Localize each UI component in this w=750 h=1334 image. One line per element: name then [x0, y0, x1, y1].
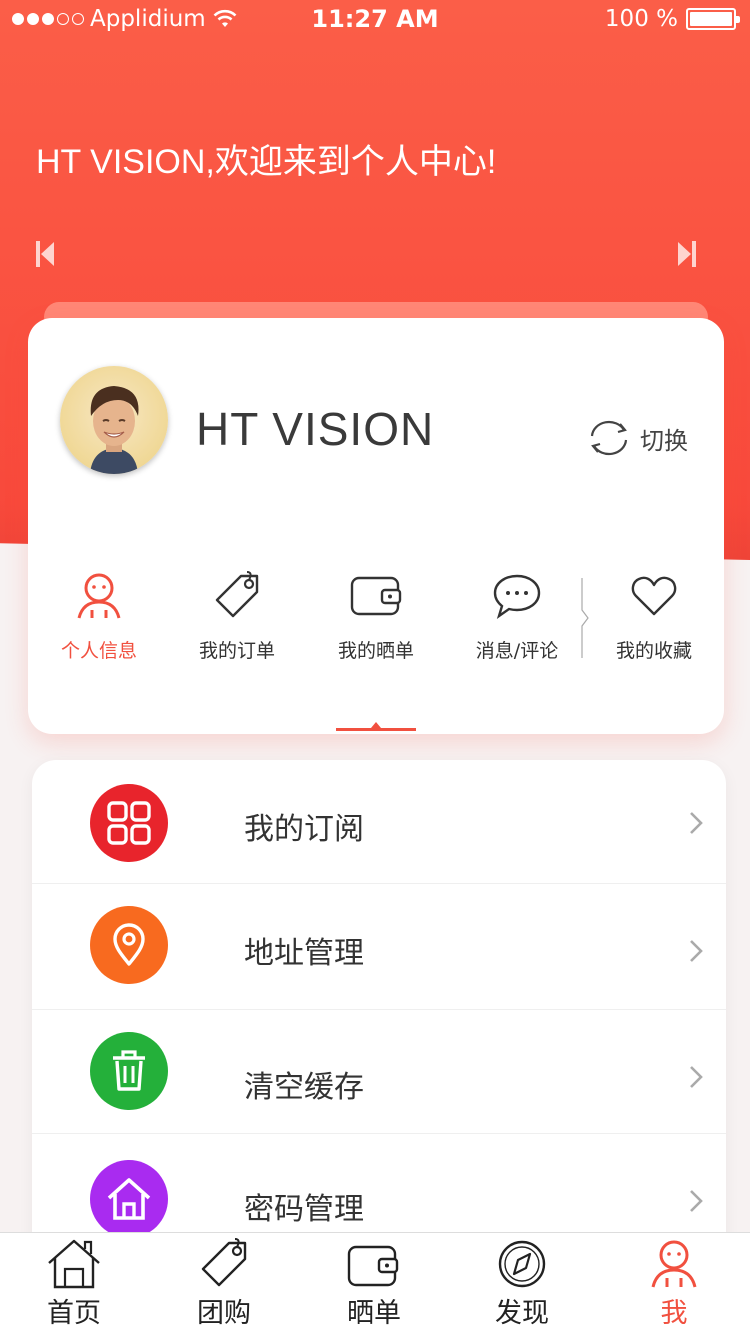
tab-messages[interactable]: 消息/评论	[457, 570, 577, 663]
wallet-icon	[347, 1245, 399, 1287]
person-icon	[651, 1240, 697, 1288]
tabbar-home[interactable]: 首页	[14, 1237, 134, 1330]
chat-bubble-icon	[493, 574, 541, 619]
tab-label: 我的晒单	[337, 640, 414, 662]
active-tab-indicator	[336, 722, 416, 731]
person-icon	[77, 573, 121, 619]
username: HT VISION	[196, 403, 435, 455]
tab-label: 消息/评论	[475, 640, 559, 662]
tabbar-me[interactable]: 我	[614, 1237, 734, 1330]
compass-icon	[498, 1240, 546, 1288]
grid-icon	[90, 784, 168, 862]
house-icon	[90, 1160, 168, 1238]
battery-status: 100 %	[604, 6, 740, 32]
chevron-right-icon	[690, 1066, 703, 1088]
menu-label: 密码管理	[244, 1192, 364, 1227]
menu-label: 地址管理	[244, 936, 364, 971]
tabbar-label: 我	[660, 1298, 688, 1329]
tabbar-posts[interactable]: 晒单	[314, 1237, 434, 1330]
menu-item-address[interactable]: 地址管理	[32, 884, 726, 1010]
refresh-icon	[590, 420, 628, 456]
switch-label: 切换	[640, 426, 688, 455]
battery-percent: 100 %	[604, 6, 678, 32]
profile-tabs: 个人信息 我的订单 我的晒单 消息/评论 我的收藏	[28, 570, 724, 670]
chevron-right-icon	[690, 1190, 703, 1212]
welcome-text: HT VISION,欢迎来到个人中心!	[36, 143, 497, 181]
chevron-right-icon	[690, 940, 703, 962]
tabbar-label: 晒单	[347, 1298, 401, 1329]
status-bar: Applidium 11:27 AM 100 %	[0, 0, 750, 40]
tabbar-group-buy[interactable]: 团购	[164, 1237, 284, 1330]
tab-label: 我的订单	[198, 640, 275, 662]
menu-item-subscriptions[interactable]: 我的订阅	[32, 760, 726, 884]
next-icon[interactable]	[676, 238, 698, 270]
bottom-tab-bar: 首页 团购 晒单 发现 我	[0, 1232, 750, 1334]
wallet-icon	[350, 576, 402, 616]
tab-my-orders[interactable]: 我的订单	[177, 570, 297, 663]
menu-label: 我的订阅	[244, 812, 364, 847]
tab-favorites[interactable]: 我的收藏	[594, 570, 714, 663]
avatar[interactable]	[60, 366, 168, 474]
profile-card: HT VISION 切换 个人信息 我的订单 我的晒单 消息/评论 我的收藏	[28, 318, 724, 734]
tab-my-posts[interactable]: 我的晒单	[316, 570, 436, 663]
previous-icon[interactable]	[34, 238, 56, 270]
tabbar-discover[interactable]: 发现	[462, 1237, 582, 1330]
trash-icon	[90, 1032, 168, 1110]
settings-menu: 我的订阅 地址管理 清空缓存 密码管理	[32, 760, 726, 1280]
tabbar-label: 首页	[47, 1298, 101, 1329]
tab-personal-info[interactable]: 个人信息	[39, 570, 159, 663]
tab-divider	[581, 578, 589, 658]
switch-account-button[interactable]: 切换	[584, 418, 688, 458]
tabbar-label: 发现	[495, 1298, 549, 1329]
chevron-right-icon	[690, 812, 703, 834]
tab-label: 我的收藏	[615, 640, 692, 662]
tab-label: 个人信息	[60, 640, 137, 662]
heart-icon	[631, 576, 677, 616]
tag-icon	[215, 571, 259, 618]
location-pin-icon	[90, 906, 168, 984]
tabbar-label: 团购	[197, 1298, 251, 1329]
menu-label: 清空缓存	[244, 1070, 364, 1105]
avatar-portrait	[90, 386, 139, 474]
tag-icon	[201, 1238, 247, 1287]
battery-icon	[686, 8, 740, 30]
menu-item-clear-cache[interactable]: 清空缓存	[32, 1010, 726, 1134]
home-icon	[48, 1239, 100, 1289]
